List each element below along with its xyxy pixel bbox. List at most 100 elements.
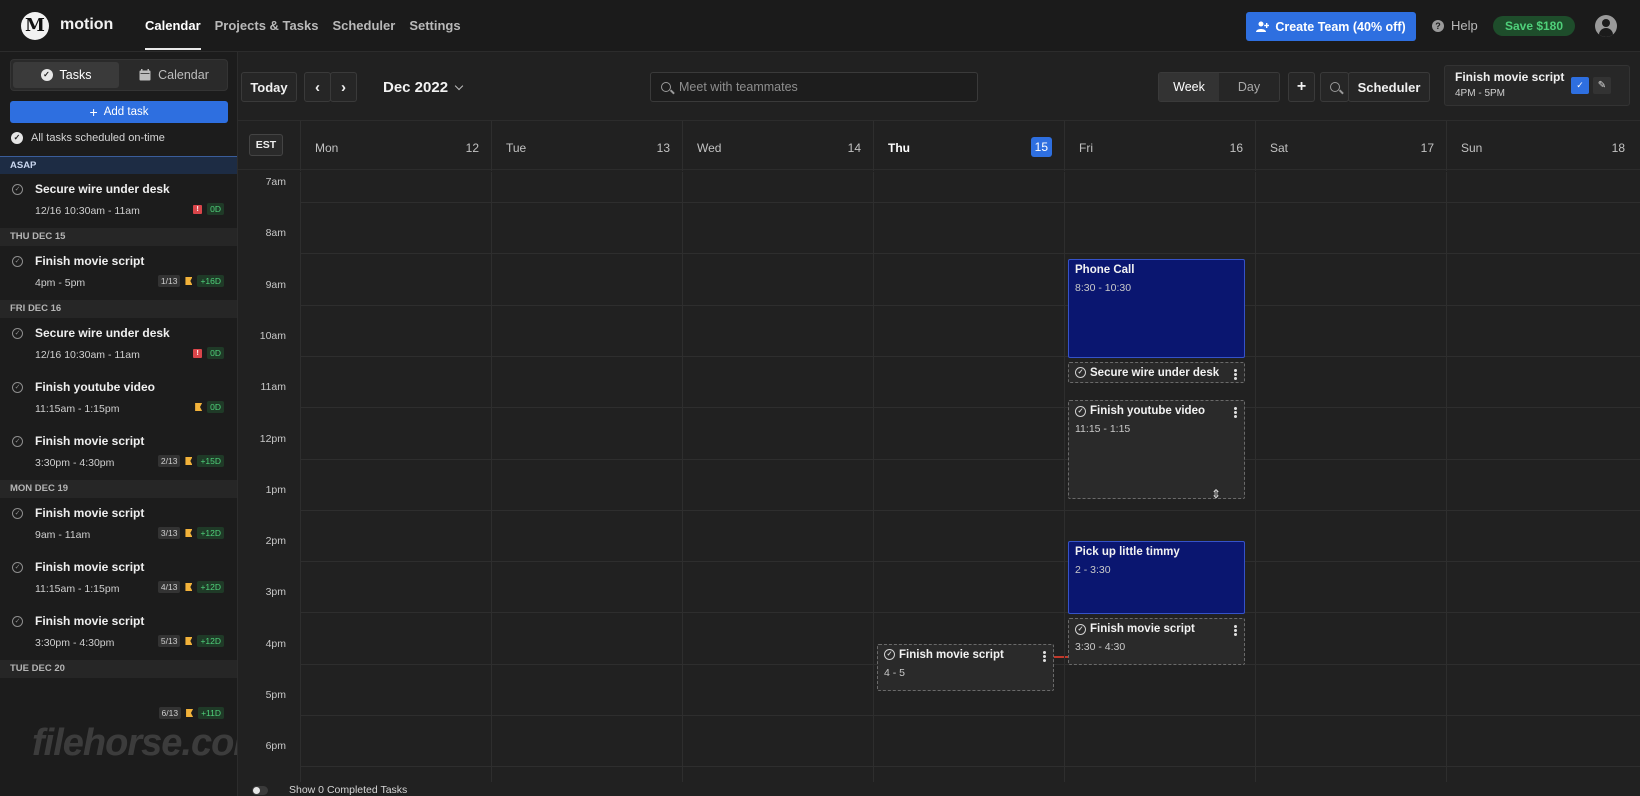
task-time: 11:15am - 1:15pm [35, 403, 120, 415]
timezone-button[interactable]: EST [249, 134, 283, 156]
save-badge[interactable]: Save $180 [1493, 16, 1575, 36]
add-task-button[interactable]: + Add task [10, 101, 228, 123]
task-check-circle-icon[interactable]: ✓ [1075, 623, 1086, 635]
day-header-wed[interactable]: Wed 14 [682, 121, 873, 171]
more-options-icon[interactable] [1234, 407, 1237, 419]
task-check-circle-icon[interactable]: ✓ [12, 436, 23, 447]
nav-scheduler[interactable]: Scheduler [332, 18, 395, 49]
scheduled-task-block[interactable]: ✓ Finish youtube video 11:15 - 1:15 ⇕ [1068, 400, 1245, 501]
event-title-text: Phone Call [1075, 263, 1135, 276]
task-chunk-badge: 1/13 [157, 275, 181, 287]
task-check-circle-icon[interactable]: ✓ [1075, 367, 1086, 379]
day-header-tue[interactable]: Tue 13 [491, 121, 682, 171]
task-time: 12/16 10:30am - 11am [35, 349, 140, 361]
tab-tasks[interactable]: ✓ Tasks [13, 62, 119, 88]
task-meta: 2/13 +15D [157, 455, 224, 467]
tab-calendar[interactable]: Calendar [121, 60, 227, 90]
priority-flag-icon [185, 529, 193, 537]
task-check-circle-icon[interactable]: ✓ [12, 562, 23, 573]
hour-label: 4pm [265, 637, 286, 650]
current-task-title: Finish movie script [1455, 70, 1565, 84]
search-placeholder: Meet with teammates [679, 80, 798, 94]
edit-task-button[interactable]: ✎ [1593, 77, 1611, 94]
day-header-thu[interactable]: Thu 15 [873, 121, 1064, 171]
show-completed-toggle[interactable] [252, 786, 268, 795]
day-column-divider [873, 172, 874, 782]
deadline-days-badge: +16D [197, 275, 224, 287]
motion-logo-icon[interactable]: M [21, 12, 49, 40]
priority-flag-icon [185, 637, 193, 645]
current-task-card[interactable]: Finish movie script 4PM - 5PM ✓ ✎ [1444, 65, 1630, 106]
more-options-icon[interactable] [1234, 368, 1237, 380]
prev-week-button[interactable]: ‹ [304, 72, 331, 102]
priority-flag-icon [186, 709, 194, 717]
calendar-event[interactable]: Pick up little timmy 2 - 3:30 [1068, 541, 1245, 615]
day-header-sat[interactable]: Sat 17 [1255, 121, 1446, 171]
task-check-circle-icon[interactable]: ✓ [12, 508, 23, 519]
chevron-down-icon [454, 81, 464, 90]
view-day[interactable]: Day [1219, 73, 1279, 101]
avatar-icon[interactable] [1595, 15, 1617, 37]
create-team-button[interactable]: Create Team (40% off) [1246, 12, 1416, 41]
day-name: Fri [1079, 141, 1093, 155]
search-button[interactable] [1320, 72, 1349, 102]
nav-settings[interactable]: Settings [409, 18, 460, 49]
view-week[interactable]: Week [1159, 73, 1219, 101]
task-group-header: MON DEC 19 [0, 480, 237, 498]
task-check-circle-icon[interactable]: ✓ [12, 382, 23, 393]
day-name: Sun [1461, 141, 1483, 155]
task-check-circle-icon[interactable]: ✓ [1075, 405, 1086, 417]
hour-label: 12pm [259, 432, 286, 445]
day-header-fri[interactable]: Fri 16 [1064, 121, 1255, 171]
add-event-button[interactable]: + [1288, 72, 1315, 102]
task-chunk-badge: 5/13 [157, 635, 181, 647]
task-check-circle-icon[interactable]: ✓ [12, 256, 23, 267]
calendar-event[interactable]: Phone Call 8:30 - 10:30 [1068, 258, 1245, 358]
priority-flag-icon [185, 457, 193, 465]
task-meta: 4/13 +12D [157, 581, 224, 593]
today-button[interactable]: Today [241, 72, 297, 102]
day-column-divider [682, 172, 683, 782]
more-options-icon[interactable] [1043, 650, 1046, 662]
event-time: 3:30 - 4:30 [1075, 641, 1126, 654]
sidebar-task-item[interactable]: ✓ Finish youtube video 11:15am - 1:15pm 0D [0, 372, 237, 424]
next-week-button[interactable]: › [330, 72, 357, 102]
priority-flag-icon [185, 583, 193, 591]
sidebar-task-item[interactable]: ✓ Finish movie script 9am - 11am 3/13 +12D [0, 498, 237, 550]
scheduler-button[interactable]: Scheduler [1348, 72, 1430, 102]
sidebar-task-item[interactable]: ✓ Secure wire under desk 12/16 10:30am - 1… [0, 318, 237, 370]
sidebar-task-item[interactable]: ✓ Finish movie script 11:15am - 1:15pm 4/13… [0, 552, 237, 604]
sidebar-task-item[interactable]: ✓ Finish movie script 4pm - 5pm 1/13 +16D [0, 246, 237, 298]
task-check-circle-icon[interactable]: ✓ [12, 328, 23, 339]
scheduled-task-block[interactable]: ✓ Finish movie script 3:30 - 4:30 [1068, 618, 1245, 666]
resize-handle-icon[interactable]: ⇕ [1211, 487, 1221, 501]
task-check-circle-icon[interactable]: ✓ [12, 184, 23, 195]
month-selector[interactable]: Dec 2022 [383, 79, 464, 96]
hour-line [300, 715, 1640, 716]
scheduled-task-block[interactable]: ✓ Finish movie script 4 - 5 [877, 643, 1054, 691]
task-check-circle-icon[interactable]: ✓ [12, 616, 23, 627]
help-link[interactable]: ? Help [1432, 18, 1478, 33]
nav-projects-tasks[interactable]: Projects & Tasks [215, 18, 319, 49]
task-meta: ! 0D [193, 347, 224, 359]
scheduled-task-block[interactable]: ✓ Secure wire under desk [1068, 361, 1245, 384]
day-header-sun[interactable]: Sun 18 [1446, 121, 1637, 171]
sidebar-task-item[interactable]: ✓ Secure wire under desk 12/16 10:30am - 1… [0, 174, 237, 226]
task-time: 3:30pm - 4:30pm [35, 457, 115, 469]
hour-line [300, 407, 1640, 409]
deadline-days-badge: +12D [197, 527, 224, 539]
deadline-days-badge: 0D [207, 401, 224, 413]
task-check-circle-icon[interactable]: ✓ [884, 649, 895, 661]
more-options-icon[interactable] [1234, 625, 1237, 637]
task-chunk-badge: 3/13 [157, 527, 181, 539]
hour-label: 7am [265, 176, 286, 188]
event-title-text: Secure wire under desk [1090, 366, 1220, 379]
day-name: Mon [315, 141, 339, 155]
task-meta: 6/13 +11D [158, 707, 224, 719]
day-header-mon[interactable]: Mon 12 [300, 121, 491, 171]
search-input[interactable]: Meet with teammates [650, 72, 978, 102]
nav-calendar[interactable]: Calendar [145, 18, 201, 50]
sidebar-task-item[interactable]: ✓ Finish movie script 3:30pm - 4:30pm 2/13 +… [0, 426, 237, 478]
complete-task-button[interactable]: ✓ [1571, 77, 1589, 94]
sidebar-task-item[interactable]: ✓ Finish movie script 3:30pm - 4:30pm 5/13 +… [0, 606, 237, 658]
